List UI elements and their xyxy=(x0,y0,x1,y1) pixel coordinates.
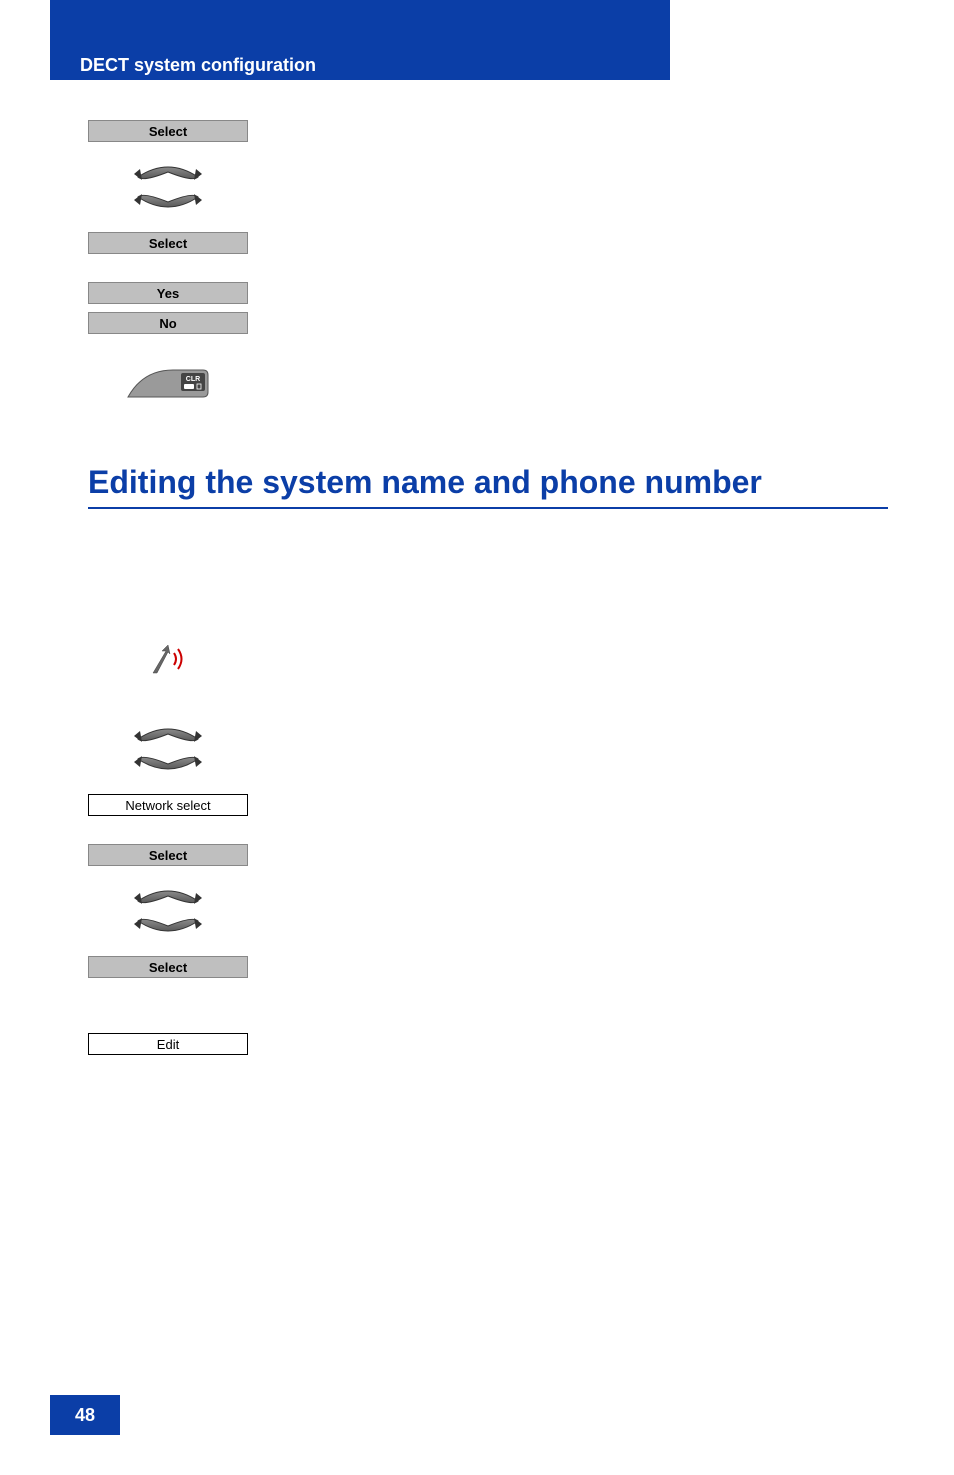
nav-up-down-icon xyxy=(88,866,248,956)
select-softkey[interactable]: Select xyxy=(88,120,248,142)
softkey-label: Select xyxy=(149,236,187,251)
softkey-label: No xyxy=(159,316,176,331)
top-bar xyxy=(50,0,670,50)
softkey-label: Select xyxy=(149,848,187,863)
section-title: Editing the system name and phone number xyxy=(88,464,888,501)
header-title: DECT system configuration xyxy=(80,55,316,76)
signal-icon xyxy=(88,639,248,686)
softkey-label: Select xyxy=(149,960,187,975)
softkey-label: Yes xyxy=(157,286,179,301)
select-softkey[interactable]: Select xyxy=(88,232,248,254)
svg-text:CLR: CLR xyxy=(186,376,200,383)
page-number-value: 48 xyxy=(75,1405,95,1426)
yes-softkey[interactable]: Yes xyxy=(88,282,248,304)
option-label: Network select xyxy=(125,798,210,813)
nav-up-down-icon xyxy=(88,704,248,794)
header-bar: DECT system configuration xyxy=(50,50,670,80)
clr-key-icon: CLR xyxy=(123,362,213,402)
nav-up-down-icon xyxy=(88,142,248,232)
content-area: Select Select Yes No xyxy=(88,120,888,1055)
select-softkey[interactable]: Select xyxy=(88,844,248,866)
page-number: 48 xyxy=(50,1395,120,1435)
softkey-label: Select xyxy=(149,124,187,139)
clr-key: CLR xyxy=(88,352,248,402)
edit-option[interactable]: Edit xyxy=(88,1033,248,1055)
network-select-option[interactable]: Network select xyxy=(88,794,248,816)
select-softkey[interactable]: Select xyxy=(88,956,248,978)
no-softkey[interactable]: No xyxy=(88,312,248,334)
option-label: Edit xyxy=(157,1037,179,1052)
